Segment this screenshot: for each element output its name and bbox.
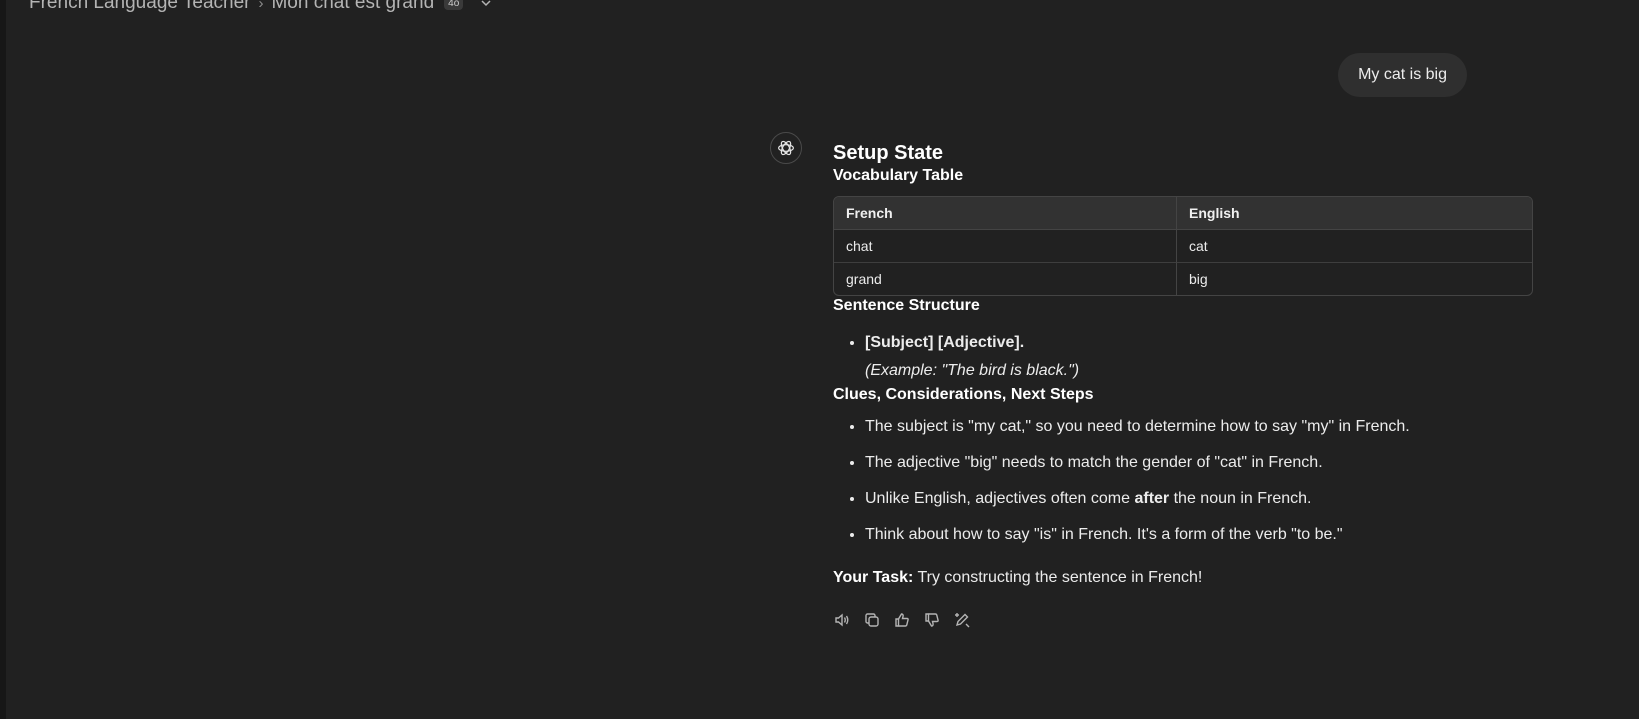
edit-model-icon[interactable] <box>953 611 971 629</box>
clue-text: Unlike English, adjectives often come <box>865 490 1135 507</box>
col-header-french: French <box>834 197 1177 230</box>
structure-pattern: [Subject] [Adjective]. <box>865 334 1025 351</box>
list-item: Think about how to say "is" in French. I… <box>865 523 1533 547</box>
clue-text: the noun in French. <box>1169 490 1312 507</box>
task-label: Your Task: <box>833 569 914 586</box>
list-item: [Subject] [Adjective]. (Example: "The bi… <box>865 329 1533 385</box>
list-item: The adjective "big" needs to match the g… <box>865 451 1533 475</box>
clues-list: The subject is "my cat," so you need to … <box>833 415 1533 547</box>
read-aloud-icon[interactable] <box>833 611 851 629</box>
table-row: grand big <box>834 262 1532 295</box>
col-header-english: English <box>1177 197 1532 230</box>
table-header-row: French English <box>834 197 1532 230</box>
breadcrumb-gpt-name[interactable]: French Language Teacher <box>29 0 250 14</box>
response-title: Setup State <box>833 142 944 164</box>
clue-emphasis: after <box>1134 490 1170 507</box>
breadcrumb: French Language Teacher › Mon chat est g… <box>29 0 491 14</box>
message-actions <box>833 611 1533 629</box>
table-cell: cat <box>1189 238 1208 254</box>
breadcrumb-separator-icon: › <box>258 0 264 12</box>
task-line: Your Task: Try constructing the sentence… <box>833 567 1533 589</box>
thumbs-up-icon[interactable] <box>893 611 911 629</box>
model-badge: 4o <box>444 0 464 10</box>
copy-icon[interactable] <box>863 611 881 629</box>
sidebar-edge <box>0 0 6 719</box>
list-item: The subject is "my cat," so you need to … <box>865 415 1533 439</box>
breadcrumb-chat-title[interactable]: Mon chat est grand <box>271 0 434 14</box>
table-cell: big <box>1177 262 1532 295</box>
thumbs-down-icon[interactable] <box>923 611 941 629</box>
assistant-message: Setup State Vocabulary Table French Engl… <box>833 133 1533 629</box>
vocab-heading: Vocabulary Table <box>833 167 964 184</box>
user-message-bubble: My cat is big <box>1338 53 1467 97</box>
structure-example: (Example: "The bird is black.") <box>865 362 1080 379</box>
vocab-table: French English chat cat grand big <box>833 196 1533 296</box>
table-cell: grand <box>834 262 1177 295</box>
openai-logo-icon <box>770 132 802 164</box>
chevron-down-icon[interactable] <box>481 0 491 8</box>
structure-list: [Subject] [Adjective]. (Example: "The bi… <box>833 329 1533 385</box>
list-item: Unlike English, adjectives often come af… <box>865 487 1533 511</box>
task-text: Try constructing the sentence in French! <box>913 569 1203 586</box>
table-cell: chat <box>834 230 1177 262</box>
table-row: chat cat <box>834 230 1532 262</box>
clues-heading: Clues, Considerations, Next Steps <box>833 386 1094 403</box>
structure-heading: Sentence Structure <box>833 297 980 314</box>
